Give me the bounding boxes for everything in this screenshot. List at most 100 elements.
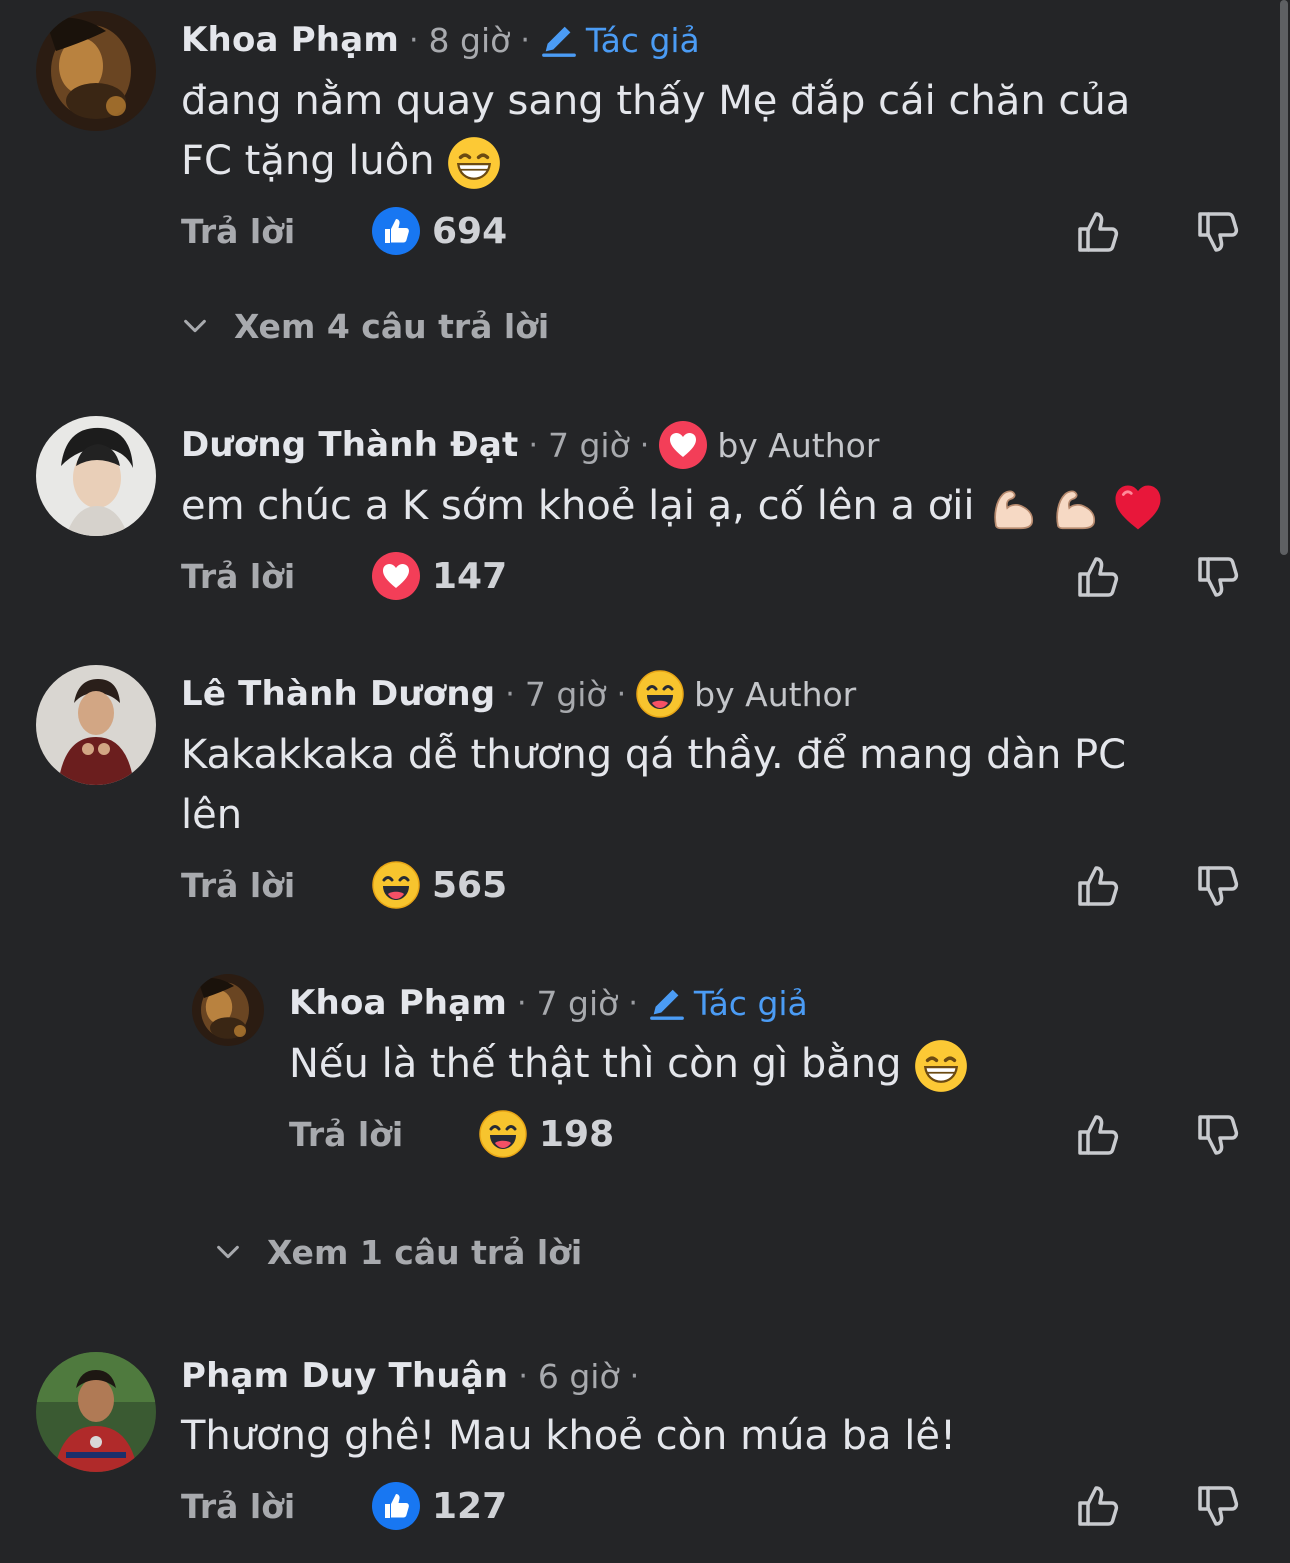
comment-text: Thương ghê! Mau khoẻ còn múa ba lê! — [181, 1413, 957, 1459]
by-author-label: by Author — [694, 674, 857, 714]
author-reaction-badge: by Author — [636, 670, 856, 718]
downvote-button[interactable] — [1193, 1110, 1243, 1160]
thumbs-up-outline-icon — [1074, 1482, 1122, 1530]
comment-actions: Trả lời — [181, 1476, 295, 1536]
separator-dot: · — [639, 427, 650, 463]
chevron-down-icon — [213, 1237, 243, 1267]
reply-item: Khoa Phạm · 7 giờ · Tác giả Nếu là thế t… — [0, 962, 1270, 1292]
separator-dot: · — [409, 22, 419, 58]
downvote-button[interactable] — [1193, 861, 1243, 911]
comment-text: Nếu là thế thật thì còn gì bằng — [289, 1034, 1239, 1094]
comment-actions: Trả lời — [289, 1104, 403, 1164]
reaction-count: 198 — [539, 1113, 615, 1155]
comment-actions: Trả lời — [181, 201, 295, 261]
reaction-count: 147 — [432, 555, 508, 597]
avatar[interactable] — [192, 974, 264, 1046]
commenter-name[interactable]: Khoa Phạm — [289, 983, 507, 1023]
downvote-button[interactable] — [1193, 552, 1243, 602]
reply-button[interactable]: Trả lời — [289, 1115, 403, 1154]
upvote-button[interactable] — [1073, 861, 1123, 911]
reaction-summary[interactable]: 694 — [372, 201, 507, 261]
author-badge-label: Tác giả — [693, 983, 808, 1023]
like-reaction-icon — [372, 207, 420, 255]
love-reaction-icon — [659, 421, 707, 469]
comment-time[interactable]: 7 giờ — [525, 675, 607, 714]
upvote-button[interactable] — [1073, 552, 1123, 602]
upvote-button[interactable] — [1073, 1481, 1123, 1531]
chevron-down-icon — [180, 311, 210, 341]
by-author-label: by Author — [717, 425, 880, 465]
reply-button[interactable]: Trả lời — [181, 212, 295, 251]
like-reaction-icon — [372, 1482, 420, 1530]
reply-button[interactable]: Trả lời — [181, 1487, 295, 1526]
comment-actions: Trả lời — [181, 855, 295, 915]
thumbs-up-outline-icon — [1074, 553, 1122, 601]
upvote-button[interactable] — [1073, 1110, 1123, 1160]
comment-meta: Phạm Duy Thuận · 6 giờ · — [181, 1351, 649, 1401]
muscle-emoji-icon — [1049, 481, 1103, 535]
grinning-emoji-icon — [447, 136, 501, 190]
thumbs-down-outline-icon — [1194, 1482, 1242, 1530]
commenter-name[interactable]: Lê Thành Dương — [181, 674, 495, 714]
separator-dot: · — [517, 985, 527, 1021]
thumbs-up-outline-icon — [1074, 862, 1122, 910]
separator-dot: · — [520, 22, 530, 58]
author-badge-label: Tác giả — [585, 20, 700, 60]
comment-text-content: đang nằm quay sang thấy Mẹ đắp cái chăn … — [181, 78, 1131, 184]
comment-time[interactable]: 7 giờ — [548, 426, 630, 465]
reaction-summary[interactable]: 565 — [372, 855, 507, 915]
grinning-emoji-icon — [914, 1039, 968, 1093]
comment-time[interactable]: 8 giờ — [429, 21, 511, 60]
comment-meta: Khoa Phạm · 8 giờ · Tác giả — [181, 15, 700, 65]
avatar[interactable] — [36, 1352, 156, 1472]
comment-text-content: em chúc a K sớm khoẻ lại ạ, cố lên a ơii — [181, 483, 975, 529]
comment-item: Lê Thành Dương · 7 giờ · by Author Kakak… — [0, 654, 1270, 954]
view-replies-label: Xem 1 câu trả lời — [267, 1232, 583, 1272]
comment-text-content: Nếu là thế thật thì còn gì bằng — [289, 1041, 902, 1087]
reply-button[interactable]: Trả lời — [181, 557, 295, 596]
thumbs-up-outline-icon — [1074, 1111, 1122, 1159]
avatar[interactable] — [36, 665, 156, 785]
commenter-name[interactable]: Khoa Phạm — [181, 20, 399, 60]
author-badge: Tác giả — [648, 984, 808, 1023]
comment-meta: Khoa Phạm · 7 giờ · Tác giả — [289, 978, 808, 1028]
avatar[interactable] — [36, 11, 156, 131]
view-replies-button[interactable]: Xem 1 câu trả lời — [213, 1227, 582, 1277]
view-replies-button[interactable]: Xem 4 câu trả lời — [180, 301, 549, 351]
reaction-summary[interactable]: 147 — [372, 546, 507, 606]
comment-item: Phạm Duy Thuận · 6 giờ · Thương ghê! Mau… — [0, 1336, 1270, 1563]
comment-actions: Trả lời — [181, 546, 295, 606]
reaction-summary[interactable]: 127 — [372, 1476, 507, 1536]
comment-text: đang nằm quay sang thấy Mẹ đắp cái chăn … — [181, 71, 1241, 191]
author-badge: Tác giả — [540, 21, 700, 60]
reaction-count: 694 — [432, 210, 508, 252]
downvote-button[interactable] — [1193, 207, 1243, 257]
separator-dot: · — [528, 427, 538, 463]
downvote-button[interactable] — [1193, 1481, 1243, 1531]
scrollbar[interactable] — [1278, 0, 1290, 1563]
upvote-button[interactable] — [1073, 207, 1123, 257]
comment-time[interactable]: 6 giờ — [538, 1357, 620, 1396]
commenter-name[interactable]: Phạm Duy Thuận — [181, 1356, 508, 1396]
reaction-summary[interactable]: 198 — [479, 1104, 614, 1164]
reaction-count: 127 — [432, 1485, 508, 1527]
thumbs-up-outline-icon — [1074, 208, 1122, 256]
thumbs-down-outline-icon — [1194, 208, 1242, 256]
reply-button[interactable]: Trả lời — [181, 866, 295, 905]
comment-item: Khoa Phạm · 8 giờ · Tác giả đang nằm qua… — [0, 0, 1270, 390]
muscle-emoji-icon — [987, 481, 1041, 535]
view-replies-label: Xem 4 câu trả lời — [234, 306, 550, 346]
comment-text: em chúc a K sớm khoẻ lại ạ, cố lên a ơii — [181, 476, 1251, 536]
comment-time[interactable]: 7 giờ — [537, 984, 619, 1023]
heart-emoji-icon — [1111, 481, 1165, 535]
love-reaction-icon — [372, 552, 420, 600]
haha-reaction-icon — [479, 1110, 527, 1158]
separator-dot: · — [518, 1358, 528, 1394]
separator-dot: · — [629, 1358, 640, 1394]
avatar[interactable] — [36, 416, 156, 536]
reaction-count: 565 — [432, 864, 508, 906]
thumbs-down-outline-icon — [1194, 1111, 1242, 1159]
comment-text: Kakakkaka dễ thương qá thầy. để mang dàn… — [181, 732, 1127, 838]
commenter-name[interactable]: Dương Thành Đạt — [181, 425, 518, 465]
scrollbar-thumb[interactable] — [1280, 0, 1288, 555]
